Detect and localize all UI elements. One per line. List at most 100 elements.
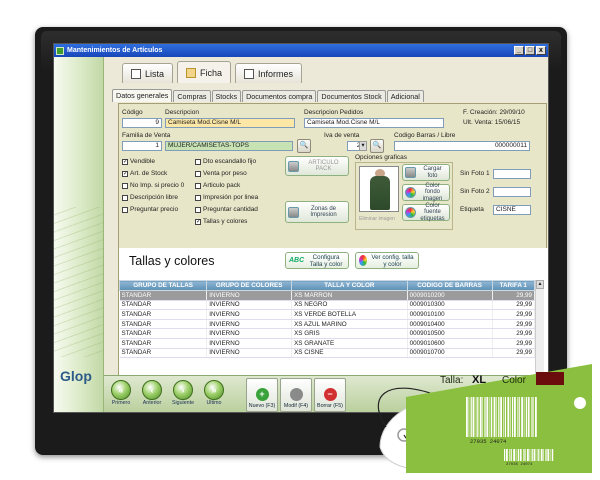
barcode-bar [532,397,534,437]
table-row[interactable]: STANDAR INVIERNO XS NEGRO 0009010300 29,99 [119,300,536,311]
checkbox[interactable] [122,182,128,189]
sin-foto-1-field[interactable] [493,169,531,179]
col-grupo-colores[interactable]: GRUPO DE COLORES [206,280,293,291]
tab-lista[interactable]: Lista [122,63,174,83]
iva-search-button[interactable]: 🔍 [370,139,384,153]
scroll-up-icon[interactable]: ▲ [536,280,544,289]
anterior-button[interactable]: ‹ Anterior [137,380,167,410]
codigo-barras-field[interactable]: 000000011 [394,141,530,151]
close-button[interactable]: x [536,46,546,55]
col-talla-color[interactable]: TALLA Y COLOR [291,280,408,291]
checkbox[interactable]: ✓ [122,158,128,165]
next-icon: › [173,380,193,400]
button-label: Siguiente [171,400,195,406]
color-fondo-button[interactable]: Color fondo imagen [402,183,450,202]
chk-label: No Imp. si precio 0 [130,182,185,189]
ultimo-button[interactable]: » Ultimo [199,380,229,410]
col-codigo-barras[interactable]: CODIGO DE BARRAS [406,280,493,291]
chk-preguntar-precio[interactable]: Preguntar precio [122,206,178,213]
sub-tabs: Datos generales Compras Stocks Documento… [112,89,424,102]
chk-no-imp[interactable]: No Imp. si precio 0 [122,182,184,189]
sin-foto-2-field[interactable] [493,187,531,197]
chk-impresion-linea[interactable]: Impresión por linea [195,194,258,201]
subtab-compras[interactable]: Compras [173,90,211,102]
search-icon: 🔍 [299,142,309,149]
zonas-impresion-button[interactable]: Zonas de Impresion [285,201,349,223]
subtab-datos-generales[interactable]: Datos generales [112,89,173,102]
eliminar-imagen-link[interactable]: Eliminar imagen [359,216,395,222]
cell: INVIERNO [206,338,293,349]
subtab-documentos-stock[interactable]: Documentos Stock [317,90,386,102]
codigo-field[interactable]: 9 [122,118,162,128]
etiqueta-field[interactable]: CISNE [493,205,531,215]
cell: XS GRIS [291,328,408,339]
cargar-foto-button[interactable]: Cargar foto [402,164,450,181]
table-row[interactable]: STANDAR INVIERNO XS GRANATE 0009010600 29,99 [119,338,536,349]
chk-descripcion-libre[interactable]: Descripción libre [122,194,178,201]
barcode-bar [484,397,486,437]
checkbox[interactable] [195,182,201,189]
familia-code-field[interactable]: 1 [122,141,162,151]
checkbox[interactable]: ✓ [122,170,128,177]
barcode-bar [545,449,547,461]
color-fuente-button[interactable]: Color fuente etiquetas [402,203,450,222]
checkbox[interactable] [122,206,128,213]
checkbox[interactable] [195,206,201,213]
barcode-bar [500,397,502,437]
table-row[interactable]: STANDAR INVIERNO XS AZUL MARINO 0009010400 2… [119,319,536,330]
col-tarifa-1[interactable]: TARIFA 1 [491,280,536,291]
checkbox[interactable]: ✓ [195,218,201,225]
cell: INVIERNO [206,300,293,311]
chk-tallas-colores[interactable]: ✓ Tallas y colores [195,218,247,225]
product-photo[interactable] [359,166,399,212]
chk-label: Preguntar cantidad [203,206,258,213]
col-grupo-tallas[interactable]: GRUPO DE TALLAS [118,280,208,291]
barcode-bar [513,449,515,461]
report-icon [244,68,255,79]
sin-foto-1-label: Sin Foto 1 [460,170,490,177]
articulo-pack-button[interactable]: ARTICULO PACK [285,156,349,176]
checkbox[interactable] [195,158,201,165]
subtab-documentos-compra[interactable]: Documentos compra [242,90,317,102]
configura-talla-button[interactable]: ABC Configura Talla y color [285,252,349,269]
checkbox[interactable] [195,170,201,177]
checkbox[interactable] [122,194,128,201]
subtab-stocks[interactable]: Stocks [211,90,242,102]
brand-logo: Glop [60,368,92,384]
nuevo-button[interactable]: + Nuevo (F3) [246,378,278,412]
color-label: Color [502,375,527,386]
chk-preguntar-cantidad[interactable]: Preguntar cantidad [195,206,258,213]
siguiente-button[interactable]: › Siguiente [168,380,198,410]
table-row[interactable]: STANDAR INVIERNO XS VERDE BOTELLA 000901010… [119,309,536,320]
ver-config-talla-button[interactable]: Ver config. talla y color [355,252,419,269]
primero-button[interactable]: «Primero [106,380,136,410]
search-icon: 🔍 [372,142,382,149]
chk-venta-peso[interactable]: Venta por peso [195,170,247,177]
familia-field[interactable]: MUJER/CAMISETAS-TOPS [165,141,293,151]
chevron-down-icon[interactable]: ▾ [359,141,367,151]
subtab-adicional[interactable]: Adicional [386,90,424,102]
descripcion-pedidos-field[interactable]: Camiseta Mod.Cisne M/L [304,118,444,128]
checkbox[interactable] [195,194,201,201]
chk-art-stock[interactable]: ✓ Art. de Stock [122,170,167,177]
chk-articulo-pack[interactable]: Articulo pack [195,182,240,189]
familia-search-button[interactable]: 🔍 [297,139,311,153]
modif-button[interactable]: Modif (F4) [280,378,312,412]
barcode-bar [503,397,504,437]
palette-icon [359,255,367,266]
cell: 29,99 [492,309,536,320]
codigo-barras-label: Codigo Barras / Libre [394,132,456,139]
borrar-button[interactable]: − Borrar (F5) [314,378,346,412]
barcode-bar [489,397,491,437]
descripcion-field[interactable]: Camiseta Mod.Cisne M/L [165,118,295,128]
chk-dto-escandallo[interactable]: Dto escandallo fijo [195,158,256,165]
tab-informes[interactable]: Informes [235,63,303,83]
minimize-button[interactable]: _ [514,46,524,55]
tab-ficha[interactable]: Ficha [177,61,232,83]
chk-label: Preguntar precio [130,206,179,213]
table-row[interactable]: STANDAR INVIERNO XS GRIS 0009010500 29,99 [119,328,536,339]
cell: STANDAR [119,290,208,301]
chk-vendible[interactable]: ✓ Vendible [122,158,155,165]
maximize-button[interactable]: □ [525,46,535,55]
table-row[interactable]: STANDAR INVIERNO XS MARRON 0009010200 29,99 [119,290,536,301]
